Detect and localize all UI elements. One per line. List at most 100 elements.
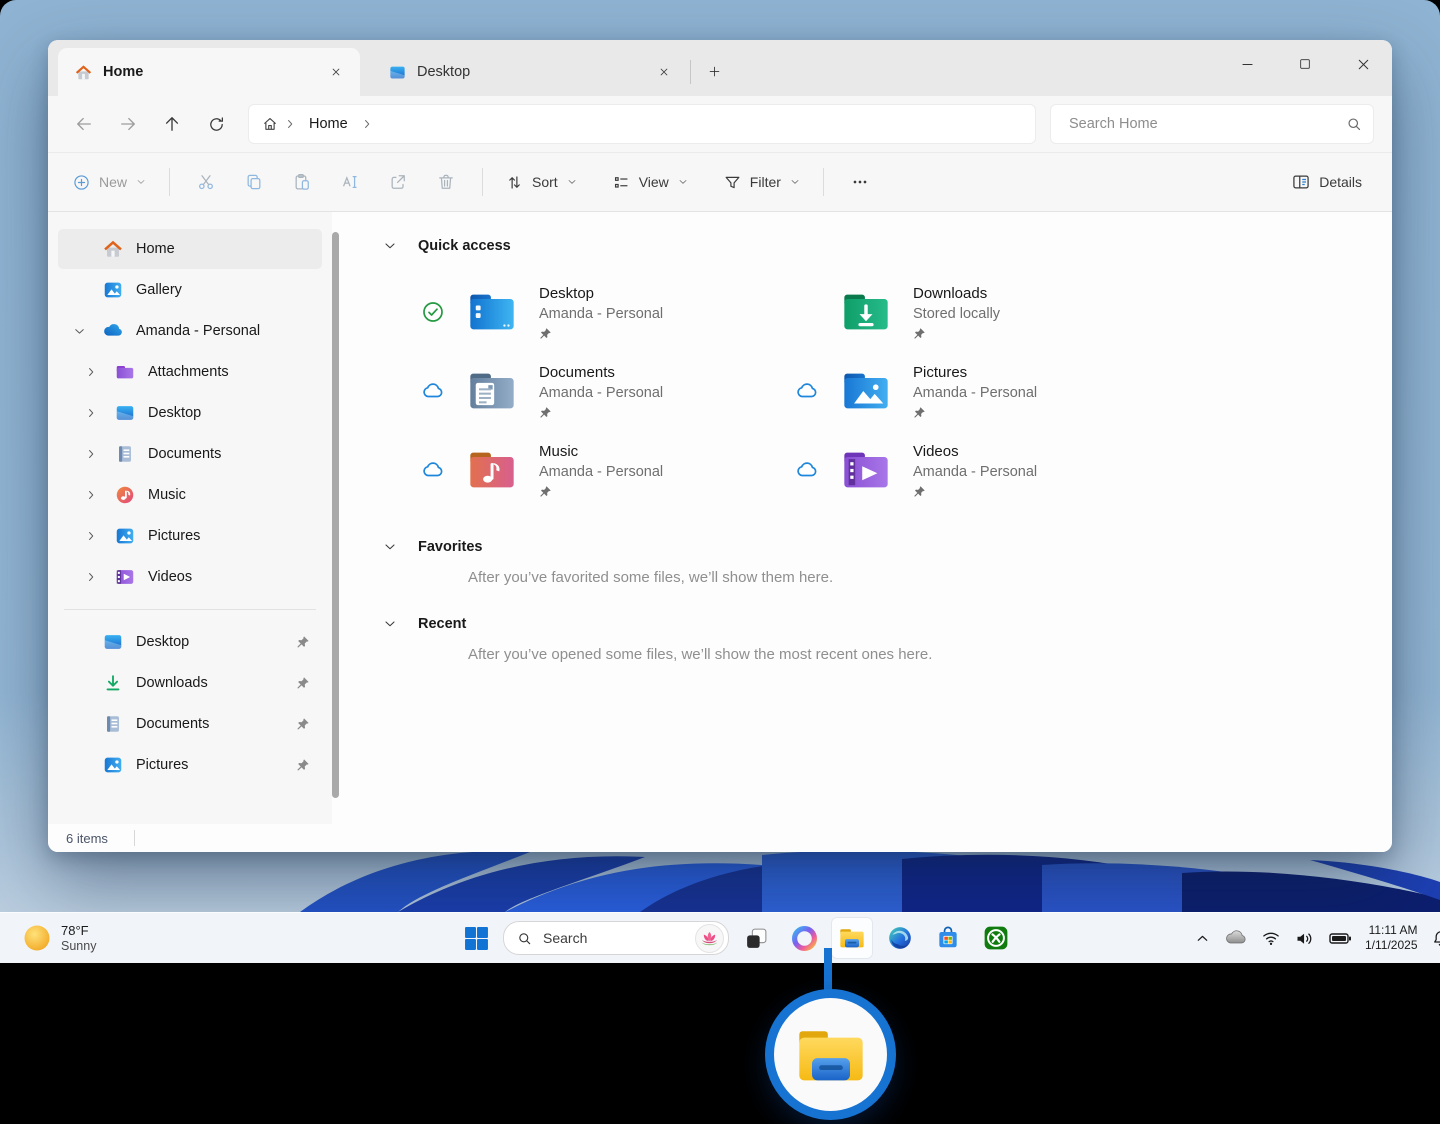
chevron-right-icon [84,447,98,461]
sidebar-pinned-documents[interactable]: Documents [58,704,322,744]
copy-icon [244,172,264,192]
quick-access-item-documents[interactable]: Documents Amanda - Personal [420,351,794,430]
view-icon [612,173,631,192]
home-breadcrumb-icon[interactable] [261,115,279,133]
close-tab-icon[interactable] [322,58,350,86]
chevron-down-icon[interactable] [382,616,398,632]
copilot-button[interactable] [783,917,825,959]
view-button[interactable]: View [602,162,699,202]
sort-button[interactable]: Sort [495,162,588,202]
pin-icon [539,406,552,419]
pin-icon [913,327,926,340]
back-button[interactable] [62,104,106,144]
minimize-button[interactable] [1218,40,1276,88]
quick-access-item-pictures[interactable]: Pictures Amanda - Personal [794,351,1168,430]
ellipsis-icon [850,172,870,192]
rename-button[interactable] [326,162,374,202]
filter-button[interactable]: Filter [713,162,811,202]
chevron-right-icon [360,117,374,131]
clock[interactable]: 11:11 AM 1/11/2025 [1363,923,1420,953]
new-tab-button[interactable] [697,54,731,88]
delete-button[interactable] [422,162,470,202]
documents-folder-icon [466,365,518,417]
home-icon [74,63,93,82]
quick-access-item-downloads[interactable]: Downloads Stored locally [794,272,1168,351]
store-button[interactable] [927,917,969,959]
sidebar-item-attachments[interactable]: Attachments [70,352,322,392]
sidebar-item-gallery[interactable]: Gallery [58,270,322,310]
xbox-button[interactable] [975,917,1017,959]
sidebar-pinned-downloads[interactable]: Downloads [58,663,322,703]
chevron-right-icon [84,406,98,420]
chevron-right-icon [283,117,297,131]
maximize-button[interactable] [1276,40,1334,88]
quick-access-item-desktop[interactable]: Desktop Amanda - Personal [420,272,794,351]
search-icon[interactable] [1345,115,1363,133]
new-button[interactable]: New [62,162,157,202]
close-tab-icon[interactable] [650,58,678,86]
pin-icon [539,485,552,498]
chevron-down-icon [677,176,689,188]
breadcrumb-item-home[interactable]: Home [301,116,356,132]
refresh-button[interactable] [194,104,238,144]
file-explorer-button[interactable] [831,917,873,959]
cut-button[interactable] [182,162,230,202]
chevron-down-icon [789,176,801,188]
search-highlight-badge [695,924,724,953]
sidebar-pinned-desktop[interactable]: Desktop [58,622,322,662]
quick-access-item-music[interactable]: Music Amanda - Personal [420,430,794,509]
tab-bar: Home Desktop [48,40,1392,96]
sort-icon [505,173,524,192]
arrow-up-icon [162,114,182,134]
section-favorites[interactable]: Favorites [382,539,1392,555]
onedrive-tray-icon[interactable] [1222,920,1250,956]
tab-home[interactable]: Home [58,48,360,96]
sync-status-cloud-icon [794,379,820,403]
taskbar-search[interactable] [503,921,729,955]
battery-icon[interactable] [1326,920,1354,956]
pin-icon [913,485,926,498]
section-quick-access[interactable]: Quick access [382,238,1392,254]
notification-bell-icon[interactable] [1429,920,1440,956]
sidebar-scrollbar[interactable] [332,232,339,798]
quick-access-item-videos[interactable]: Videos Amanda - Personal [794,430,1168,509]
tray-chevron-up-icon[interactable] [1192,920,1213,956]
section-recent[interactable]: Recent [382,616,1392,632]
sidebar-item-documents[interactable]: Documents [70,434,322,474]
search-box[interactable] [1050,104,1374,144]
copy-button[interactable] [230,162,278,202]
weather-widget[interactable]: 78°F Sunny [16,913,102,963]
pin-icon [296,758,310,772]
sidebar-item-home[interactable]: Home [58,229,322,269]
taskbar-search-input[interactable] [541,929,687,947]
sidebar-item-music[interactable]: Music [70,475,322,515]
sidebar-pinned-pictures[interactable]: Pictures [58,745,322,785]
taskbar-center [455,913,1017,963]
tab-desktop[interactable]: Desktop [372,48,688,96]
chevron-down-icon[interactable] [382,238,398,254]
more-options-button[interactable] [836,162,884,202]
up-button[interactable] [150,104,194,144]
task-view-button[interactable] [735,917,777,959]
breadcrumb[interactable]: Home [248,104,1036,144]
forward-button[interactable] [106,104,150,144]
weather-temp: 78°F [61,923,96,939]
chevron-down-icon[interactable] [382,539,398,555]
sidebar-item-desktop[interactable]: Desktop [70,393,322,433]
share-button[interactable] [374,162,422,202]
details-button[interactable]: Details [1281,162,1372,202]
edge-button[interactable] [879,917,921,959]
sidebar-item-videos[interactable]: Videos [70,557,322,597]
system-tray: 11:11 AM 1/11/2025 [1192,913,1440,963]
search-input[interactable] [1067,115,1345,133]
sidebar-item-pictures[interactable]: Pictures [70,516,322,556]
home-icon [102,238,124,260]
wifi-icon[interactable] [1259,920,1283,956]
paste-button[interactable] [278,162,326,202]
start-button[interactable] [455,917,497,959]
purple-folder-icon [114,361,136,383]
volume-icon[interactable] [1292,920,1317,956]
sidebar-item-onedrive[interactable]: Amanda - Personal [58,311,322,351]
close-button[interactable] [1334,40,1392,88]
pin-icon [296,717,310,731]
